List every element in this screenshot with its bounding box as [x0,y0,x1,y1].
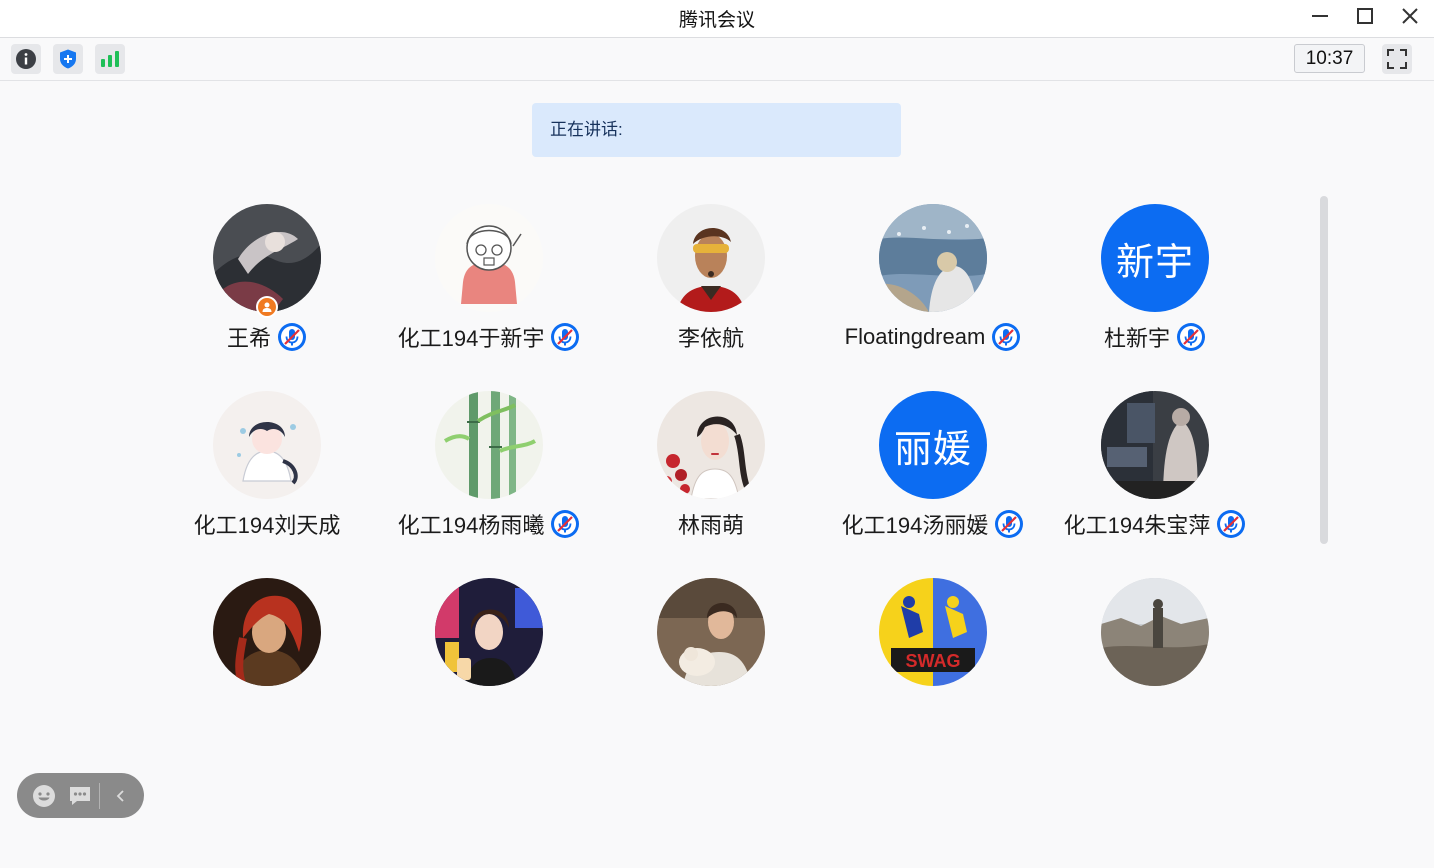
participant-name: 化工194朱宝萍 [1063,513,1211,538]
meeting-clock: 10:37 [1294,44,1365,73]
collapse-button[interactable] [106,781,136,811]
close-icon [1402,8,1418,24]
grid-scrollbar[interactable] [1320,196,1328,544]
emoji-icon [33,784,55,807]
avatar [1101,391,1209,499]
avatar [879,204,987,312]
meeting-info-button[interactable] [11,44,41,74]
host-badge [256,296,278,318]
host-person-icon [262,302,272,312]
active-speaker-banner: 正在讲话: [532,103,901,157]
avatar: SWAG [879,578,987,686]
maximize-button[interactable] [1349,4,1381,28]
participant-name: 王希 [226,326,271,351]
avatar: 新宇 [1101,204,1209,312]
emoji-button[interactable] [29,781,59,811]
participant-name: 化工194汤丽媛 [841,513,989,538]
participant-tile[interactable] [156,574,378,744]
maximize-icon [1357,8,1373,24]
minimize-button[interactable] [1304,4,1336,28]
fullscreen-icon [1387,49,1407,69]
network-status-button[interactable] [95,44,125,74]
participant-name: 化工194刘天成 [193,513,341,538]
security-button[interactable] [53,44,83,74]
swag-caption: SWAG [905,651,960,671]
shield-icon [60,49,76,69]
close-button[interactable] [1394,4,1426,28]
divider [99,782,100,809]
title-bar: 腾讯会议 [0,0,1434,38]
chat-icon [70,786,90,805]
participant-name: 李依航 [677,326,744,351]
participant-tile[interactable]: 丽媛 化工194汤丽媛 [822,387,1044,557]
avatar [435,204,543,312]
participant-tile[interactable]: 林雨萌 [600,387,822,557]
participant-name: 化工194于新宇 [397,326,545,351]
muted-mic-icon [551,510,580,538]
participant-name: Floatingdream [844,324,986,349]
avatar [213,391,321,499]
participant-tile[interactable]: SWAG [822,574,1044,744]
floating-controls [17,773,144,818]
info-icon [16,49,36,69]
chevron-left-icon [116,789,124,802]
participant-tile[interactable]: 李依航 [600,200,822,370]
muted-mic-icon [1177,323,1205,351]
participant-tile[interactable]: 新宇 杜新宇 [1044,200,1266,370]
window-title: 腾讯会议 [678,10,755,31]
participant-name: 化工194杨雨曦 [397,513,545,538]
avatar: 丽媛 [879,391,987,499]
participant-tile[interactable] [378,574,600,744]
meeting-toolbar: 10:37 [0,38,1434,81]
participant-grid: 王希 化工194于新宇 李依航 Floatingdream 新宇 杜新宇 化工1… [156,200,1268,700]
participant-tile[interactable]: Floatingdream [822,200,1044,370]
avatar [657,204,765,312]
avatar [1101,578,1209,686]
participant-tile[interactable]: 王希 [156,200,378,370]
participant-tile[interactable]: 化工194杨雨曦 [378,387,600,557]
participant-tile[interactable]: 化工194朱宝萍 [1044,387,1266,557]
fullscreen-button[interactable] [1382,44,1412,74]
participant-name: 林雨萌 [677,513,744,538]
muted-mic-icon [551,323,580,351]
avatar [213,578,321,686]
participant-tile[interactable] [600,574,822,744]
avatar [657,578,765,686]
participant-tile[interactable]: 化工194于新宇 [378,200,600,370]
participant-tile[interactable]: 化工194刘天成 [156,387,378,557]
muted-mic-icon [992,323,1021,351]
avatar [435,578,543,686]
signal-bars-icon [101,51,119,67]
chat-button[interactable] [65,781,95,811]
participant-tile[interactable] [1044,574,1266,744]
participant-name: 杜新宇 [1103,326,1170,351]
minimize-icon [1312,15,1328,17]
muted-mic-icon [1217,510,1246,538]
muted-mic-icon [995,510,1024,538]
avatar [657,391,765,499]
muted-mic-icon [278,323,306,351]
active-speaker-label: 正在讲话: [550,120,623,139]
avatar [435,391,543,499]
